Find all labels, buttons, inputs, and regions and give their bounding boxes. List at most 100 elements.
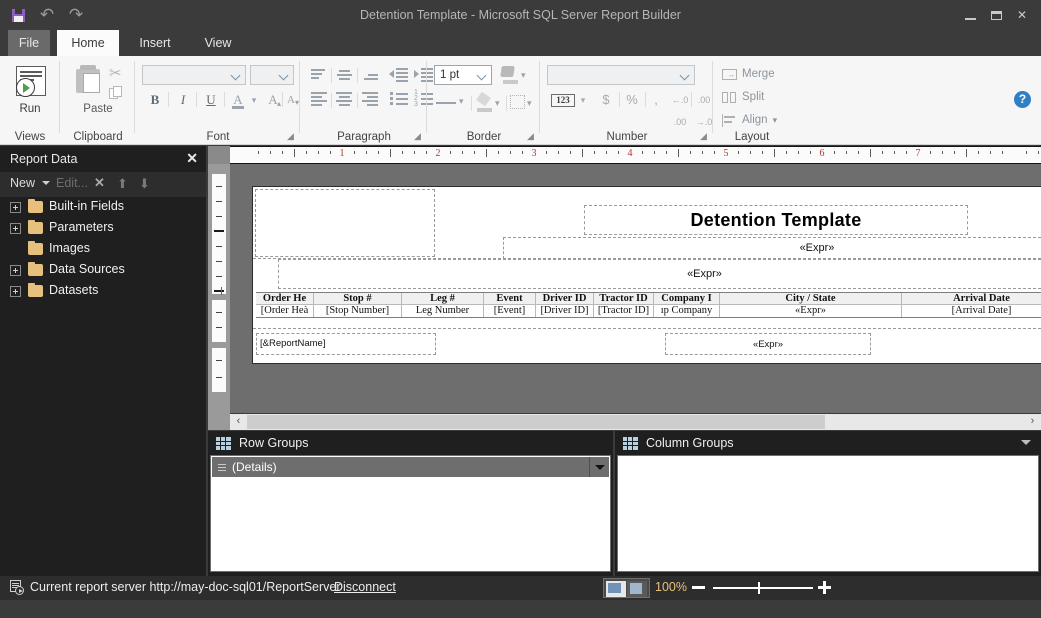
zoom-slider-knob[interactable]	[758, 582, 760, 594]
tablix-header-cell[interactable]: Stop #	[314, 293, 402, 304]
align-middle-button[interactable]	[334, 66, 355, 86]
align-right-button[interactable]	[360, 91, 381, 111]
increase-font-size-button[interactable]: A▴	[264, 89, 282, 111]
decrease-indent-button[interactable]	[389, 66, 410, 86]
expander-icon[interactable]	[10, 286, 21, 297]
tablix-header-cell[interactable]: Driver ID	[536, 293, 594, 304]
font-family-select[interactable]	[142, 65, 246, 85]
paste-button-label[interactable]: Paste	[61, 103, 135, 115]
run-play-icon[interactable]	[16, 78, 35, 97]
delete-icon[interactable]: ✕	[94, 175, 105, 191]
row-group-item-details[interactable]: (Details)	[212, 457, 609, 477]
print-layout-button[interactable]	[627, 581, 647, 597]
tablix-detail-cell[interactable]: Leg Number	[402, 305, 484, 317]
zoom-in-button[interactable]	[818, 581, 831, 594]
move-down-icon[interactable]: ⬇	[139, 176, 150, 192]
paste-icon[interactable]	[75, 65, 101, 93]
tree-node-images[interactable]: Images	[0, 239, 206, 260]
tablix-header-cell[interactable]: Event	[484, 293, 536, 304]
split-button[interactable]: Split	[722, 86, 764, 108]
tree-node-built-in-fields[interactable]: Built-in Fields	[0, 197, 206, 218]
chevron-down-icon[interactable]	[42, 181, 50, 185]
borders-icon[interactable]	[510, 95, 525, 109]
tablix-detail-cell[interactable]: [Tractor ID]	[594, 305, 654, 317]
footer-report-name-textbox[interactable]: [&ReportName]	[256, 333, 436, 355]
border-fill-dropdown-icon[interactable]: ▾	[521, 70, 526, 81]
header-placeholder-box[interactable]	[255, 189, 435, 257]
scroll-right-arrow[interactable]: ›	[1024, 414, 1041, 430]
column-groups-menu-icon[interactable]	[1021, 440, 1031, 445]
number-format-dropdown-icon[interactable]: ▾	[577, 94, 589, 107]
copy-icon[interactable]	[109, 86, 124, 100]
report-page[interactable]: Detention Template «Expr» «Expr» Order H…	[252, 186, 1041, 364]
help-icon[interactable]: ?	[1014, 91, 1031, 108]
paragraph-dialog-launcher[interactable]: ◢	[414, 132, 423, 141]
tablix-header-cell[interactable]: Leg #	[402, 293, 484, 304]
close-button[interactable]: ✕	[1009, 0, 1035, 30]
subtitle-expression-textbox[interactable]: «Expr»	[503, 237, 1041, 259]
percent-button[interactable]: %	[621, 89, 643, 111]
design-view-button[interactable]	[606, 581, 626, 597]
currency-button[interactable]: $	[595, 89, 617, 111]
align-dropdown-icon[interactable]: ▾	[773, 115, 778, 126]
footer-expression-textbox[interactable]: «Expr»	[665, 333, 871, 355]
merge-button[interactable]: ↔ Merge	[722, 63, 775, 85]
new-button[interactable]: New	[10, 176, 35, 190]
font-size-select[interactable]	[250, 65, 294, 85]
scroll-left-arrow[interactable]: ‹	[230, 414, 247, 430]
tablix-detail-cell[interactable]: [Order Heà	[256, 305, 314, 317]
close-icon[interactable]: ✕	[186, 150, 198, 167]
tablix-header-row[interactable]: Order HeStop #Leg #EventDriver IDTractor…	[256, 292, 1041, 305]
tablix-detail-row[interactable]: [Order Heà[Stop Number]Leg Number[Event]…	[256, 305, 1041, 318]
align-left-button[interactable]	[308, 91, 329, 111]
expander-icon[interactable]	[10, 265, 21, 276]
chevron-down-icon[interactable]	[589, 457, 609, 477]
tablix-detail-cell[interactable]: [Event]	[484, 305, 536, 317]
underline-button[interactable]: U	[200, 89, 222, 111]
design-canvas[interactable]: Detention Template «Expr» «Expr» Order H…	[230, 164, 1041, 430]
tablix-header-cell[interactable]: Arrival Date	[902, 293, 1041, 304]
tree-node-datasets[interactable]: Datasets	[0, 281, 206, 302]
tab-home[interactable]: Home	[57, 30, 119, 56]
font-color-button[interactable]: A	[228, 89, 248, 111]
bullet-list-button[interactable]	[389, 91, 410, 111]
tree-node-parameters[interactable]: Parameters	[0, 218, 206, 239]
expander-icon[interactable]	[10, 202, 21, 213]
border-dialog-launcher[interactable]: ◢	[527, 132, 536, 141]
column-groups-list[interactable]	[617, 455, 1039, 572]
edit-button[interactable]: Edit...	[56, 176, 88, 190]
number-dialog-launcher[interactable]: ◢	[700, 132, 709, 141]
align-center-button[interactable]	[334, 91, 355, 111]
disconnect-link[interactable]: Disconnect	[334, 580, 396, 594]
zoom-out-button[interactable]	[692, 586, 705, 589]
tablix[interactable]: Order HeStop #Leg #EventDriver IDTractor…	[256, 292, 1041, 318]
font-color-dropdown-icon[interactable]: ▾	[248, 89, 260, 111]
borders-dropdown-icon[interactable]: ▾	[527, 98, 532, 109]
tablix-detail-cell[interactable]: ıp Company	[654, 305, 720, 317]
move-up-icon[interactable]: ⬆	[117, 176, 128, 192]
number-format-button[interactable]: 123	[551, 94, 575, 107]
expander-icon[interactable]	[10, 223, 21, 234]
tablix-header-cell[interactable]: City / State	[720, 293, 902, 304]
tablix-detail-cell[interactable]: [Stop Number]	[314, 305, 402, 317]
minimize-button[interactable]	[957, 0, 983, 30]
border-width-select[interactable]: 1 pt	[434, 65, 492, 85]
drag-handle-icon[interactable]	[218, 464, 226, 471]
tablix-header-cell[interactable]: Order He	[256, 293, 314, 304]
run-button-label[interactable]: Run	[0, 103, 60, 115]
italic-button[interactable]: I	[172, 89, 194, 111]
zoom-slider-track[interactable]	[713, 587, 813, 589]
bold-button[interactable]: B	[144, 89, 166, 111]
border-style-dropdown-icon[interactable]: ▾	[459, 96, 464, 107]
row-groups-list[interactable]: (Details)	[210, 455, 611, 572]
tablix-detail-cell[interactable]: [Arrival Date]	[902, 305, 1041, 317]
maximize-button[interactable]	[983, 0, 1009, 30]
tab-insert[interactable]: Insert	[126, 30, 184, 56]
border-style-icon[interactable]	[436, 96, 458, 110]
report-title-textbox[interactable]: Detention Template	[584, 205, 968, 235]
tablix-detail-cell[interactable]: «Expr»	[720, 305, 902, 317]
decrease-font-size-button[interactable]: A▾	[283, 89, 299, 111]
decrease-decimal-button[interactable]: ←.0.00	[669, 89, 691, 111]
scrollbar-thumb[interactable]	[247, 415, 825, 429]
tablix-header-cell[interactable]: Tractor ID	[594, 293, 654, 304]
